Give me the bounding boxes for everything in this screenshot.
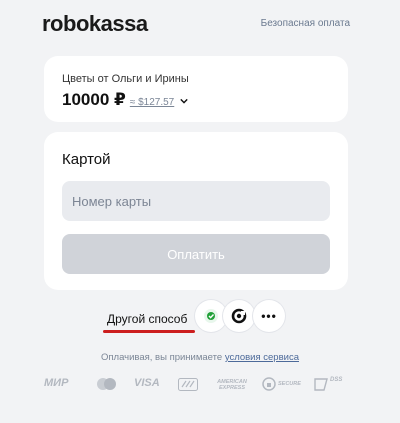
wallet-method-button[interactable] [223,300,255,332]
secure-shield-icon [262,377,276,391]
amex-logo: AMERICAN EXPRESS [217,379,247,391]
more-methods-button[interactable]: ••• [253,300,285,332]
more-icon: ••• [261,309,277,323]
mir-logo: МИР [44,377,69,389]
mastercard-icon [97,378,116,390]
secure-payment-link[interactable]: Безопасная оплата [261,18,350,29]
terms-link[interactable]: условия сервиса [225,352,299,363]
wallet-icon [231,308,247,324]
card-payment-panel: Картой Оплатить [44,132,348,290]
payment-method-title: Картой [62,151,111,168]
converted-amount: ≈ $127.57 [129,97,175,108]
secure-logo: SECURE [278,381,301,387]
order-amount: 10000 ₽ [62,90,126,109]
other-method-button[interactable]: Другой способ [107,312,187,326]
robokassa-logo[interactable]: robokassa [42,11,148,37]
pci-dss-logo: DSS [330,377,343,383]
card-number-input[interactable] [62,181,330,221]
terms-notice: Оплачивая, вы принимаете условия сервиса [0,352,400,363]
merchant-name: Цветы от Ольги и Ирины [62,73,189,85]
header: robokassa Безопасная оплата [0,0,400,48]
pci-dss-icon [314,378,328,391]
card-icon [178,378,198,391]
order-summary-card: Цветы от Ольги и Ирины 10000 ₽ ≈ $127.57 [44,56,348,122]
visa-logo: VISA [134,377,160,389]
amount-row[interactable]: 10000 ₽ ≈ $127.57 [62,90,188,110]
pay-button[interactable]: Оплатить [62,234,330,274]
payment-logos: МИР VISA AMERICAN EXPRESS SECURE DSS [40,377,360,395]
terms-text: Оплачивая, вы принимаете [101,352,223,363]
annotation-underline [103,330,195,333]
sber-icon [204,309,218,323]
chevron-down-icon[interactable] [180,97,188,105]
